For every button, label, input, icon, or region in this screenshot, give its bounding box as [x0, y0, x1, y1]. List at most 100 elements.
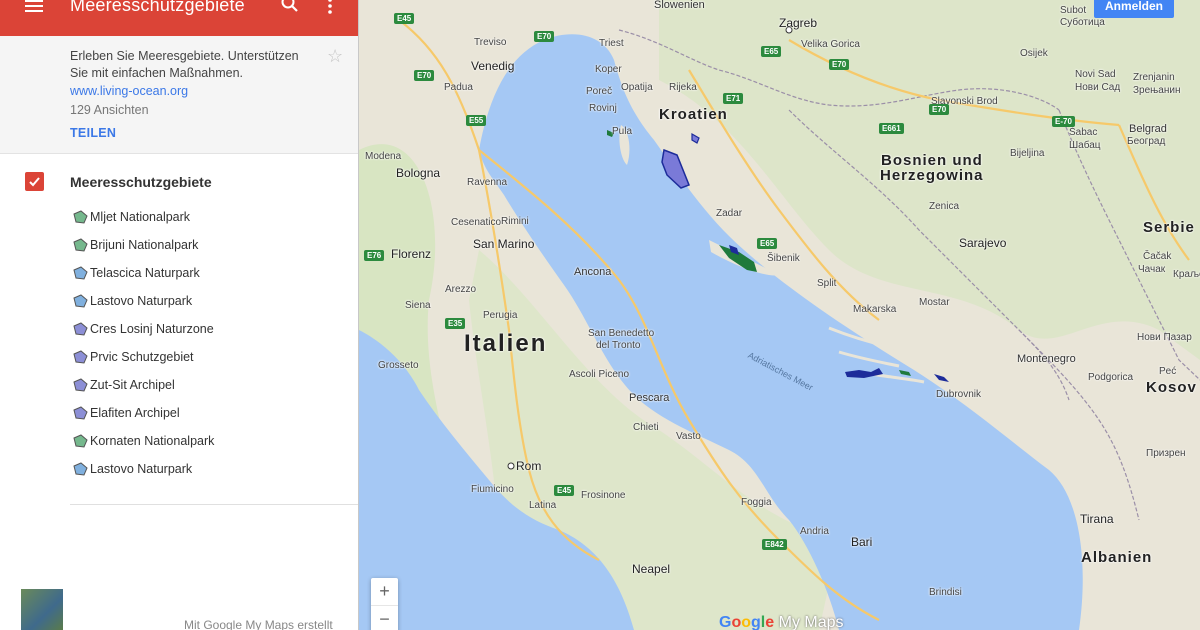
sign-in-button[interactable]: Anmelden — [1094, 0, 1174, 18]
label-del-tronto: del Tronto — [596, 340, 641, 351]
road-shield: E70 — [414, 70, 435, 81]
map-canvas[interactable]: Slowenien Zagreb Velika Gorica Treviso T… — [359, 0, 1200, 630]
polygon-icon — [73, 210, 88, 224]
road-shield: E661 — [879, 123, 904, 134]
layer-item[interactable]: Lastovo Naturpark — [72, 460, 342, 488]
label-tirana: Tirana — [1080, 512, 1114, 526]
label-brindisi: Brindisi — [929, 587, 962, 598]
layer-item[interactable]: Brijuni Nationalpark — [72, 236, 342, 264]
layer-item-label: Cres Losinj Naturzone — [90, 322, 214, 336]
label-zrenjanin: Zrenjanin — [1133, 72, 1175, 83]
label-modena: Modena — [365, 151, 402, 162]
label-padua: Padua — [444, 82, 473, 93]
google-logo: Google — [719, 614, 775, 630]
label-bologna: Bologna — [396, 166, 441, 180]
label-pula: Pula — [612, 126, 633, 137]
label-san-benedetto: San Benedetto — [588, 328, 655, 339]
layer-checkbox[interactable] — [25, 172, 44, 191]
layer-title[interactable]: Meeresschutzgebiete — [70, 174, 212, 190]
label-san-marino: San Marino — [473, 237, 535, 251]
layer-item[interactable]: Zut-Sit Archipel — [72, 376, 342, 404]
label-sabac: Šabac — [1069, 127, 1098, 138]
area-elafiten[interactable] — [934, 374, 949, 382]
road-shield: E71 — [723, 93, 744, 104]
label-novi-pazar: Нови Пазар — [1137, 332, 1192, 343]
label-andria: Andria — [800, 526, 829, 537]
label-beograd: Belgrad — [1129, 123, 1167, 135]
layer-item-list: Mljet Nationalpark Brijuni Nationalpark Te… — [72, 208, 342, 488]
zoom-out-button[interactable]: − — [371, 606, 398, 630]
label-triest: Triest — [599, 38, 624, 49]
layer-item-label: Brijuni Nationalpark — [90, 238, 199, 252]
label-serbien: Serbie — [1143, 219, 1195, 236]
label-montenegro: Montenegro — [1017, 353, 1076, 365]
road-shield: E70 — [534, 31, 555, 42]
label-kroatien: Kroatien — [659, 106, 728, 123]
polygon-icon — [73, 378, 88, 392]
app-header: Meeresschutzgebiete — [0, 0, 358, 36]
road-shield: E-70 — [1052, 116, 1075, 127]
map-description: Erleben Sie Meeresgebiete. Unterstützen … — [70, 49, 299, 80]
zoom-in-button[interactable]: + — [371, 578, 398, 605]
rome-marker — [507, 462, 515, 470]
star-icon[interactable]: ☆ — [327, 46, 343, 67]
road-shield: E65 — [761, 46, 782, 57]
layer-item-label: Lastovo Naturpark — [90, 294, 193, 308]
polygon-icon — [73, 350, 88, 364]
label-pescara: Pescara — [629, 392, 670, 404]
layer-item[interactable]: Cres Losinj Naturzone — [72, 320, 342, 348]
layer-item-label: Mljet Nationalpark — [90, 210, 191, 224]
label-venedig: Venedig — [471, 59, 515, 73]
label-latina: Latina — [529, 500, 557, 511]
label-bijeljina: Bijeljina — [1010, 148, 1045, 159]
label-sabac-cyr: Шабац — [1069, 140, 1101, 151]
website-link[interactable]: www.living-ocean.org — [70, 84, 188, 98]
map-title: Meeresschutzgebiete — [70, 0, 245, 15]
road-shield: E70 — [929, 104, 950, 115]
polygon-icon — [73, 266, 88, 280]
divider — [70, 504, 358, 505]
layer-item[interactable]: Elafiten Archipel — [72, 404, 342, 432]
layer-item[interactable]: Mljet Nationalpark — [72, 208, 342, 236]
label-florenz: Florenz — [391, 247, 432, 261]
label-albanien: Albanien — [1081, 549, 1153, 566]
label-neapel: Neapel — [632, 562, 671, 576]
label-frosinone: Frosinone — [581, 490, 626, 501]
label-rimini: Rimini — [501, 216, 529, 227]
label-novi-sad: Novi Sad — [1075, 69, 1116, 80]
label-foggia: Foggia — [741, 497, 772, 508]
label-rovinj: Rovinj — [589, 103, 617, 114]
layer-item-label: Prvic Schutzgebiet — [90, 350, 194, 364]
label-zenica: Zenica — [929, 201, 960, 212]
area-zut-sit[interactable] — [691, 132, 700, 144]
base-map-thumbnail[interactable] — [21, 589, 63, 630]
share-button[interactable]: TEILEN — [70, 126, 116, 140]
label-vasto: Vasto — [676, 431, 701, 442]
label-cacak-cyr: Чачак — [1138, 264, 1166, 275]
google-my-maps-logo: Google My Maps — [719, 614, 844, 630]
label-ancona: Ancona — [574, 266, 612, 278]
label-zrenjanin-cyr: Зрењанин — [1133, 85, 1181, 96]
polygon-icon — [73, 406, 88, 420]
label-novi-sad-cyr: Нови Сад — [1075, 82, 1121, 93]
more-vert-icon[interactable] — [322, 0, 338, 16]
layer-item[interactable]: Telascica Naturpark — [72, 264, 342, 292]
label-cacak: Čačak — [1143, 251, 1172, 262]
check-icon — [29, 177, 40, 187]
layer-item[interactable]: Kornaten Nationalpark — [72, 432, 342, 460]
label-kraljevo: Краље — [1173, 269, 1200, 280]
search-icon[interactable] — [280, 0, 300, 14]
label-perugia: Perugia — [483, 310, 518, 321]
label-osijek: Osijek — [1020, 48, 1048, 59]
layer-item[interactable]: Prvic Schutzgebiet — [72, 348, 342, 376]
layer-item[interactable]: Lastovo Naturpark — [72, 292, 342, 320]
label-zagreb: Zagreb — [779, 16, 818, 30]
map-description-panel: Erleben Sie Meeresgebiete. Unterstützen … — [0, 36, 358, 154]
polygon-icon — [73, 238, 88, 252]
road-shield: E65 — [757, 238, 778, 249]
menu-icon[interactable] — [25, 0, 45, 16]
label-ascoli: Ascoli Piceno — [569, 369, 630, 380]
made-with-footer[interactable]: Mit Google My Maps erstellt — [184, 618, 333, 630]
my-maps-logo: My Maps — [778, 614, 844, 630]
label-herzegowina: Herzegowina — [880, 167, 984, 184]
